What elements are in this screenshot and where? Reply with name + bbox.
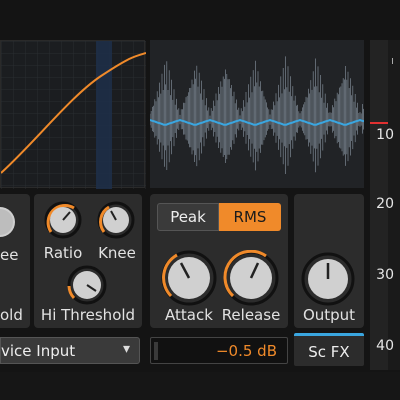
transfer-curve-graph[interactable] <box>0 40 147 189</box>
meter-tick-30: 30 <box>376 267 394 283</box>
output-label: Output <box>302 306 356 324</box>
knee-label: Knee <box>98 244 136 262</box>
meter-tick-40: 40 <box>376 338 394 354</box>
release-label: Release <box>221 306 281 324</box>
meter-tick-10: 10 <box>376 127 394 143</box>
knee-knob-left[interactable] <box>0 204 18 240</box>
sc-fx-button[interactable]: Sc FX <box>294 333 364 366</box>
meter-tick-20: 20 <box>376 196 394 212</box>
chevron-down-icon: ▾ <box>123 341 131 357</box>
sidechain-input-select[interactable]: vice Input ▾ <box>0 337 140 364</box>
release-knob[interactable] <box>223 250 279 306</box>
waveform-display <box>149 40 365 188</box>
transfer-curve-svg <box>0 41 147 189</box>
ratio-knob[interactable] <box>44 201 82 239</box>
gain-readout-value: −0.5 dB <box>215 342 277 360</box>
meter-top-mark <box>392 58 393 64</box>
sidechain-input-value: vice Input <box>1 342 76 360</box>
attack-label: Attack <box>165 306 213 324</box>
attack-knob[interactable] <box>161 250 217 306</box>
readout-level-bar <box>154 342 158 360</box>
threshold-label-left: old <box>0 306 23 324</box>
waveform-signal <box>149 56 364 174</box>
peak-button[interactable]: Peak <box>157 203 219 231</box>
gain-readout-field[interactable]: −0.5 dB <box>150 337 288 364</box>
output-knob[interactable] <box>301 252 355 306</box>
knee-knob[interactable] <box>97 201 135 239</box>
hi-threshold-label: Hi Threshold <box>40 306 136 324</box>
rms-button[interactable]: RMS <box>219 203 281 231</box>
threshold-band <box>96 41 112 189</box>
bottom-bar <box>0 372 400 400</box>
knee-label-left: ee <box>0 246 19 264</box>
hi-threshold-knob[interactable] <box>67 265 107 305</box>
ratio-label: Ratio <box>43 244 83 262</box>
sc-fx-label: Sc FX <box>308 343 350 361</box>
waveform-svg <box>149 56 365 174</box>
